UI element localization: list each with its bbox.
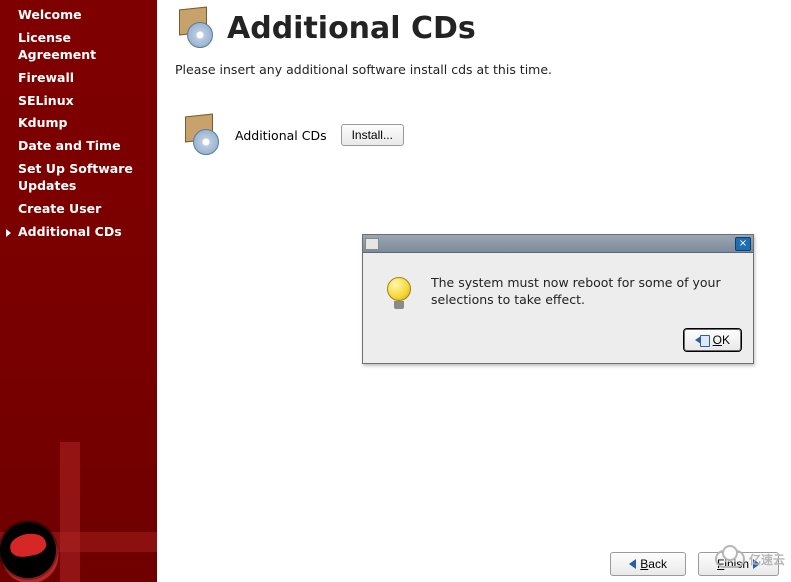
page-description: Please insert any additional software in… [175, 62, 773, 77]
redhat-logo [0, 522, 60, 582]
lightbulb-icon [385, 277, 413, 311]
back-button[interactable]: Back [610, 552, 686, 576]
sidebar-item-selinux[interactable]: SELinux [0, 90, 157, 113]
page-header: Additional CDs [175, 8, 773, 48]
arrow-left-icon [629, 559, 636, 569]
sidebar-item-date-and-time[interactable]: Date and Time [0, 135, 157, 158]
package-cd-icon [175, 8, 215, 48]
ok-button[interactable]: OK [684, 329, 741, 351]
install-label: Additional CDs [235, 128, 327, 143]
sidebar-item-kdump[interactable]: Kdump [0, 112, 157, 135]
dialog-titlebar[interactable]: × [363, 235, 753, 253]
footer-buttons: Back Finish [169, 552, 779, 576]
install-row: Additional CDs Install... [181, 115, 773, 155]
dialog-message: The system must now reboot for some of y… [431, 275, 733, 311]
package-cd-icon [181, 115, 221, 155]
page-title: Additional CDs [227, 11, 476, 46]
dialog-titlebar-icon [365, 238, 379, 250]
ok-button-label: OK [713, 333, 730, 347]
dialog-close-button[interactable]: × [735, 237, 751, 251]
install-button[interactable]: Install... [341, 124, 404, 146]
finish-button-label: Finish [717, 557, 749, 571]
main-content: Additional CDs Please insert any additio… [157, 0, 791, 582]
sidebar-item-software-updates[interactable]: Set Up Software Updates [0, 158, 157, 198]
sidebar-item-license-agreement[interactable]: License Agreement [0, 27, 157, 67]
arrow-right-icon [753, 559, 760, 569]
dialog-body: The system must now reboot for some of y… [363, 253, 753, 321]
sidebar-item-additional-cds[interactable]: Additional CDs [0, 221, 157, 244]
apply-icon [695, 334, 709, 346]
dialog-actions: OK [363, 321, 753, 363]
sidebar-item-welcome[interactable]: Welcome [0, 4, 157, 27]
sidebar: Welcome License Agreement Firewall SELin… [0, 0, 157, 582]
sidebar-item-create-user[interactable]: Create User [0, 198, 157, 221]
back-button-label: Back [640, 557, 667, 571]
reboot-dialog: × The system must now reboot for some of… [362, 234, 754, 364]
finish-button[interactable]: Finish [698, 552, 779, 576]
sidebar-item-firewall[interactable]: Firewall [0, 67, 157, 90]
